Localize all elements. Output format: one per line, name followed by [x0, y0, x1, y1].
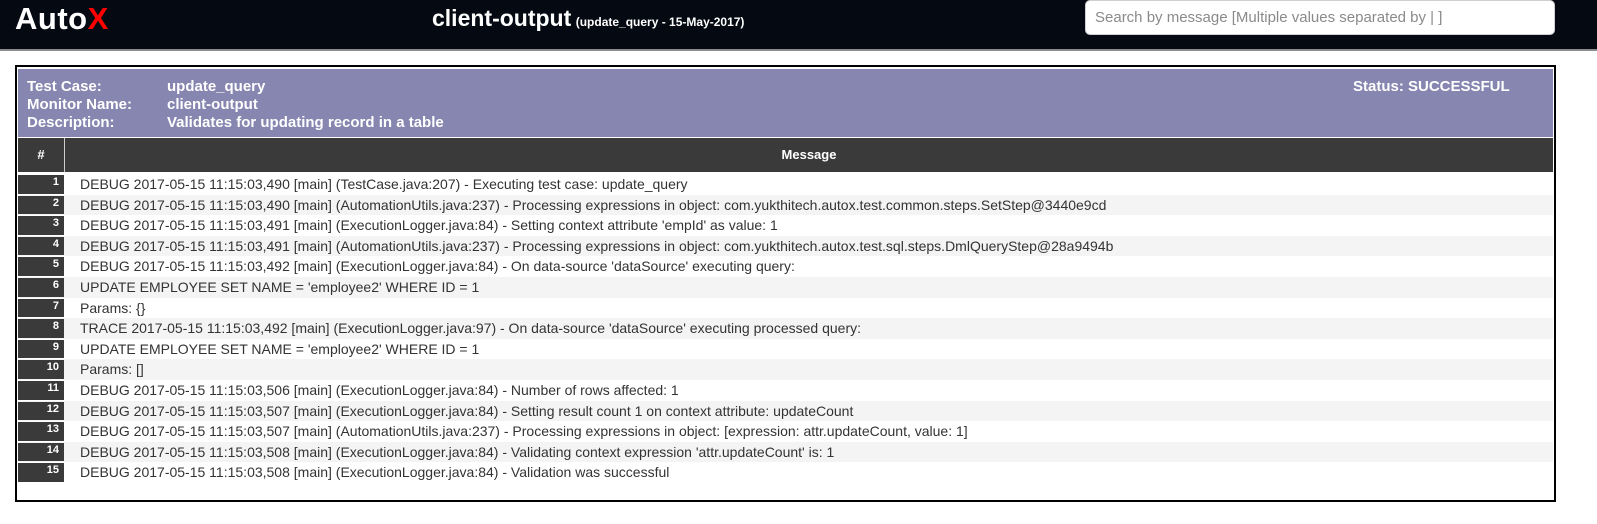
- table-header: # Message: [18, 138, 1553, 172]
- description-value: Validates for updating record in a table: [167, 114, 444, 131]
- row-number: 5: [18, 257, 64, 276]
- table-row: 2 DEBUG 2017-05-15 11:15:03,490 [main] (A…: [18, 194, 1553, 216]
- table-row: 9 UPDATE EMPLOYEE SET NAME = 'employee2' …: [18, 339, 1553, 360]
- logo-accent: X: [87, 1, 109, 36]
- log-message: TRACE 2017-05-15 11:15:03,492 [main] (Ex…: [80, 320, 861, 337]
- column-header-message: Message: [781, 147, 837, 162]
- report-subtitle: (update_query - 15-May-2017): [575, 15, 745, 29]
- row-number: 8: [18, 319, 64, 338]
- table-row: 15 DEBUG 2017-05-15 11:15:03,508 [main] (…: [18, 462, 1553, 483]
- column-header-number: #: [18, 138, 65, 172]
- table-row: 12 DEBUG 2017-05-15 11:15:03,507 [main] (…: [18, 400, 1553, 422]
- log-message: DEBUG 2017-05-15 11:15:03,508 [main] (Ex…: [80, 464, 670, 481]
- report-panel: Test Case: update_query Monitor Name: clie…: [15, 65, 1556, 502]
- logo-text: Auto: [15, 1, 88, 36]
- autox-logo[interactable]: AutoX: [15, 1, 109, 37]
- test-case-row: Test Case: update_query: [27, 78, 265, 96]
- row-number: 2: [18, 195, 64, 215]
- table-row: 7 Params: {}: [18, 298, 1553, 319]
- log-message: Params: []: [80, 361, 144, 378]
- row-number: 3: [18, 216, 64, 235]
- log-message: DEBUG 2017-05-15 11:15:03,507 [main] (Au…: [80, 423, 968, 440]
- table-row: 6 UPDATE EMPLOYEE SET NAME = 'employee2' …: [18, 276, 1553, 298]
- row-number: 14: [18, 442, 64, 462]
- row-number: 15: [18, 463, 64, 482]
- log-message: Params: {}: [80, 299, 146, 316]
- table-row: 3 DEBUG 2017-05-15 11:15:03,491 [main] (E…: [18, 215, 1553, 236]
- log-message: DEBUG 2017-05-15 11:15:03,507 [main] (Ex…: [80, 402, 854, 419]
- table-row: 13 DEBUG 2017-05-15 11:15:03,507 [main] (…: [18, 421, 1553, 442]
- log-message: DEBUG 2017-05-15 11:15:03,490 [main] (Au…: [80, 196, 1107, 213]
- log-message: DEBUG 2017-05-15 11:15:03,491 [main] (Ex…: [80, 217, 778, 234]
- log-message: DEBUG 2017-05-15 11:15:03,508 [main] (Ex…: [80, 443, 835, 460]
- table-row: 11 DEBUG 2017-05-15 11:15:03,506 [main] (…: [18, 380, 1553, 401]
- table-row: 10 Params: []: [18, 359, 1553, 380]
- table-row: 8 TRACE 2017-05-15 11:15:03,492 [main] (E…: [18, 318, 1553, 339]
- table-row: 14 DEBUG 2017-05-15 11:15:03,508 [main] (…: [18, 441, 1553, 463]
- monitor-title: client-output: [432, 5, 572, 31]
- row-number: 11: [18, 380, 64, 400]
- row-number: 4: [18, 236, 64, 256]
- log-message: DEBUG 2017-05-15 11:15:03,490 [main] (Te…: [80, 176, 688, 192]
- page-title: client-output (update_query - 15-May-201…: [432, 5, 744, 32]
- monitor-name-label: Monitor Name:: [27, 96, 132, 113]
- row-number: 10: [18, 360, 64, 379]
- top-bar: AutoX client-output (update_query - 15-M…: [0, 0, 1597, 51]
- log-message: DEBUG 2017-05-15 11:15:03,491 [main] (Au…: [80, 237, 1114, 254]
- description-label: Description:: [27, 114, 115, 131]
- row-number: 13: [18, 422, 64, 441]
- test-info-header: Test Case: update_query Monitor Name: clie…: [18, 69, 1553, 137]
- log-message: UPDATE EMPLOYEE SET NAME = 'employee2' W…: [80, 340, 480, 357]
- row-number: 6: [18, 277, 64, 297]
- table-row: 4 DEBUG 2017-05-15 11:15:03,491 [main] (A…: [18, 235, 1553, 257]
- table-row: 5 DEBUG 2017-05-15 11:15:03,492 [main] (E…: [18, 256, 1553, 277]
- log-message: DEBUG 2017-05-15 11:15:03,492 [main] (Ex…: [80, 258, 795, 275]
- log-message: DEBUG 2017-05-15 11:15:03,506 [main] (Ex…: [80, 381, 679, 398]
- row-number: 12: [18, 401, 64, 421]
- log-table-body: 1 DEBUG 2017-05-15 11:15:03,490 [main] (T…: [18, 174, 1553, 483]
- row-number: 9: [18, 339, 64, 359]
- table-row: 1 DEBUG 2017-05-15 11:15:03,490 [main] (T…: [18, 174, 1553, 195]
- test-case-value: update_query: [167, 78, 266, 95]
- search-input[interactable]: [1085, 0, 1555, 35]
- log-message: UPDATE EMPLOYEE SET NAME = 'employee2' W…: [80, 278, 480, 295]
- test-case-label: Test Case:: [27, 78, 102, 95]
- row-number: 1: [18, 175, 64, 194]
- monitor-name-value: client-output: [167, 96, 258, 113]
- description-row: Description: Validates for updating recor…: [27, 114, 444, 132]
- row-number: 7: [18, 298, 64, 318]
- monitor-name-row: Monitor Name: client-output: [27, 96, 258, 114]
- status-text: Status: SUCCESSFUL: [1353, 78, 1510, 95]
